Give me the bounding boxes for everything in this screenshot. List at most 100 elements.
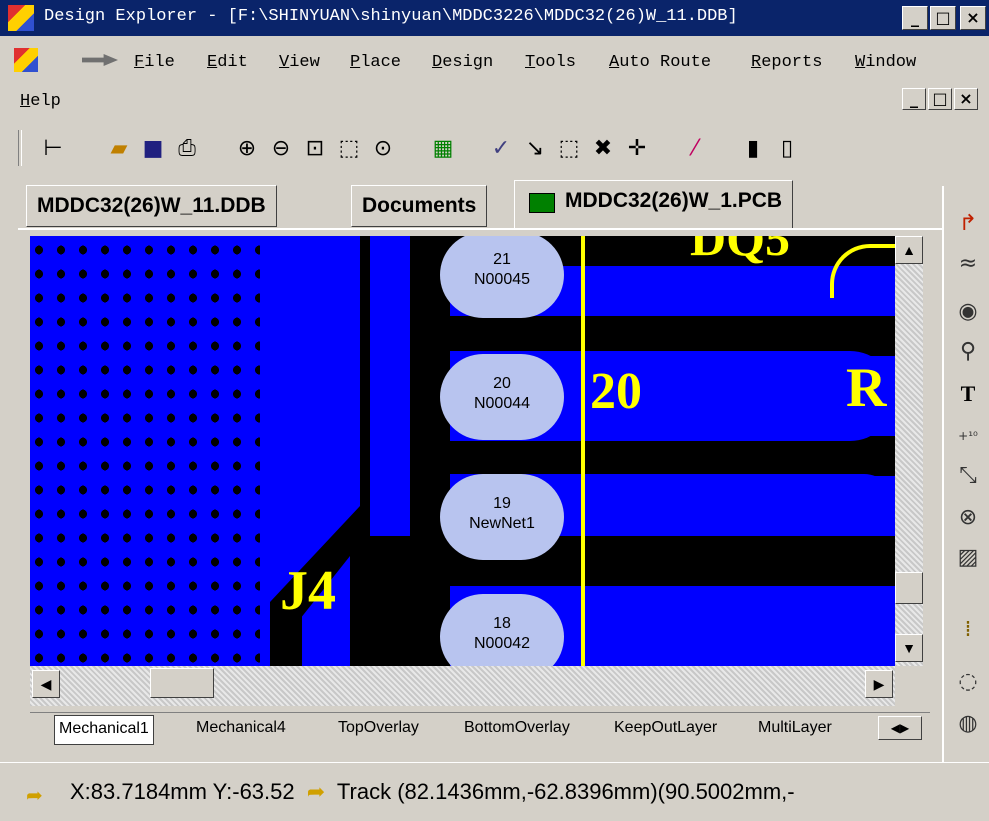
close-button[interactable]: × [960,6,986,30]
menu-design[interactable]: Design [432,53,493,72]
text-icon[interactable]: T [948,374,988,414]
pad-net: N00045 [473,271,531,288]
window-title: Design Explorer - [F:\SHINYUAN\shinyuan\… [44,7,738,26]
track-arrow-icon: ➦ [306,779,326,804]
component-icon[interactable]: ▦ [428,134,458,164]
scroll-right-button[interactable]: ▶ [865,670,893,698]
menu-view[interactable]: View [279,53,320,72]
clearance-row-1 [420,316,895,356]
zoom-in-icon[interactable]: ⊕ [232,134,262,164]
arrow-icon [82,54,118,66]
menu-help[interactable]: Help [20,92,61,111]
title-bar: Design Explorer - [F:\SHINYUAN\shinyuan\… [0,0,989,36]
silk-ref-j4: J4 [280,560,336,622]
cursor-arrow-icon: ➦ [26,785,43,807]
placement-toolbar: ↱ ≈ ◉ ⚲ T +¹⁰ ⤡ ⊗ ▨ ⁞ ◌ ◍ [942,186,989,762]
scroll-up-button[interactable]: ▲ [895,236,923,264]
print-icon[interactable]: ⎙ [172,134,202,164]
arc-edge-icon[interactable]: ◍ [948,704,988,744]
menu-place[interactable]: Place [350,53,401,72]
component-place-icon[interactable]: ⁞ [948,610,988,650]
pad-number: 21 [493,251,511,268]
clearance-pad-column [410,236,450,666]
clearance-row-2 [420,436,895,476]
layer-tab-mechanical4[interactable]: Mechanical4 [196,715,286,743]
tab-strip-line [18,228,942,230]
menu-bar: File Edit View Place Design Tools Auto R… [0,36,989,118]
layer-tab-bottomoverlay[interactable]: BottomOverlay [464,715,570,743]
tab-pcb[interactable]: MDDC32(26)W_1.PCB [514,180,794,228]
silk-r: R [846,357,887,419]
doc-restore-button[interactable]: □ [928,88,952,110]
fill-icon[interactable]: ▨ [948,538,988,578]
arc-center-icon[interactable]: ◌ [948,662,988,702]
tab-documents[interactable]: Documents [351,185,488,227]
doc-close-button[interactable]: × [954,88,978,110]
zoom-fit-icon[interactable]: ⊡ [300,134,330,164]
route-icon[interactable]: ↘ [520,134,550,164]
layer-tab-mechanical1[interactable]: Mechanical1 [54,715,154,745]
minimize-button[interactable]: _ [902,6,928,30]
trace-vertical [370,236,410,536]
pad-number: 20 [493,375,511,392]
layer-tab-topoverlay[interactable]: TopOverlay [338,715,419,743]
doc-icon[interactable] [14,48,38,72]
select-icon[interactable]: ⬚ [554,134,584,164]
interactive-route-icon[interactable]: ↱ [948,204,988,244]
pad[interactable]: 20 N00044 [440,354,564,440]
dimension-icon[interactable]: ⤡ [948,456,988,496]
menu-tools[interactable]: Tools [525,53,576,72]
pad-net: N00042 [473,635,531,652]
silk-pin-20: 20 [590,363,642,420]
open-folder-icon[interactable]: ▰ [104,134,134,164]
app-icon[interactable] [8,5,34,31]
pcb-canvas[interactable]: 21 N00045 20 N00044 19 NewNet1 18 N00042… [30,236,895,666]
copper-plane-hatch [30,236,260,666]
magic-wand-icon[interactable]: ⁄ [680,134,710,164]
pad[interactable]: 18 N00042 [440,594,564,666]
pad-net: NewNet1 [469,515,535,532]
layer-tab-keepoutlayer[interactable]: KeepOutLayer [614,715,717,743]
library-icon[interactable]: ▮ [738,134,768,164]
scroll-down-button[interactable]: ▼ [895,634,923,662]
horizontal-scrollbar[interactable]: ◀ ▶ [30,666,895,706]
menu-auto-route[interactable]: Auto Route [609,53,711,72]
status-bar: ➦ X:83.7184mm Y:-63.52 ➦ Track (82.1436m… [0,762,989,821]
move-icon[interactable]: ✛ [622,134,652,164]
pad[interactable]: 19 NewNet1 [440,474,564,560]
pad-net: N00044 [473,395,531,412]
toolbar: ⊢ ▰ ■ ⎙ ⊕ ⊖ ⊡ ⬚ ⊙ ▦ ✓ ↘ ⬚ ✖ ✛ ⁄ ▮ ▯ [0,120,989,176]
origin-icon[interactable]: ⊗ [948,498,988,538]
pad[interactable]: 21 N00045 [440,236,564,318]
via-icon[interactable]: ⚲ [948,332,988,372]
scroll-left-button[interactable]: ◀ [32,670,60,698]
wave-icon[interactable]: ≈ [948,244,988,284]
silk-dq5: DQ5 [690,236,790,266]
browse-library-icon[interactable]: ▯ [772,134,802,164]
save-icon[interactable]: ■ [138,134,168,164]
coordinate-icon[interactable]: +¹⁰ [948,416,988,456]
tab-ddb[interactable]: MDDC32(26)W_11.DDB [26,185,277,227]
pcb-doc-icon [529,193,555,213]
vertical-scrollbar[interactable]: ▲ ▼ [895,236,923,666]
zoom-point-icon[interactable]: ⊙ [368,134,398,164]
menu-window[interactable]: Window [855,53,916,72]
zoom-out-icon[interactable]: ⊖ [266,134,296,164]
zoom-area-icon[interactable]: ⬚ [334,134,364,164]
tree-icon[interactable]: ⊢ [38,134,68,164]
menu-reports[interactable]: Reports [751,53,822,72]
deselect-icon[interactable]: ✖ [588,134,618,164]
layer-tab-scroll-button[interactable]: ◀▶ [878,716,922,740]
menu-edit[interactable]: Edit [207,53,248,72]
status-coordinates: X:83.7184mm Y:-63.52 ➦ Track (82.1436mm,… [70,779,795,804]
vertical-scroll-thumb[interactable] [895,572,923,604]
doc-minimize-button[interactable]: _ [902,88,926,110]
tab-pcb-label: MDDC32(26)W_1.PCB [565,189,783,212]
maximize-button[interactable]: □ [930,6,956,30]
pad-number: 18 [493,615,511,632]
menu-file[interactable]: File [134,53,175,72]
pad-icon[interactable]: ◉ [948,292,988,332]
layer-tab-multilayer[interactable]: MultiLayer [758,715,832,743]
cross-probe-icon[interactable]: ✓ [486,134,516,164]
horizontal-scroll-thumb[interactable] [150,668,214,698]
